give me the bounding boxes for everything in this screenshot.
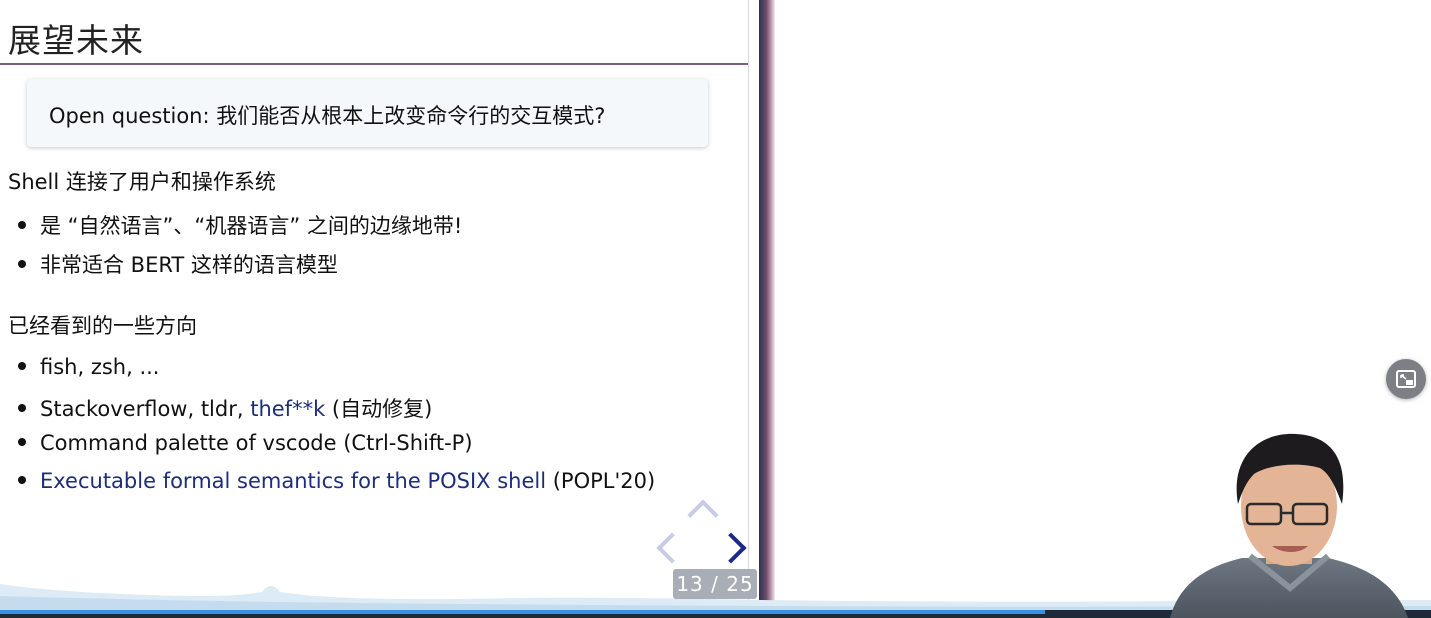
question-callout: Open question: 我们能否从根本上改变命令行的交互模式? xyxy=(27,79,708,147)
webcam-feed xyxy=(1170,433,1408,618)
posix-semantics-link[interactable]: Executable formal semantics for the POSI… xyxy=(40,469,546,493)
picture-in-picture-exit-icon xyxy=(1396,370,1416,388)
title-divider xyxy=(0,63,748,65)
list-item: Stackoverflow, tldr, thef**k (自动修复) xyxy=(18,393,432,423)
list-item: 是 “自然语言”、“机器语言” 之间的边缘地带! xyxy=(18,210,462,240)
bullet-dot-icon xyxy=(18,260,26,268)
screen: 展望未来 Open question: 我们能否从根本上改变命令行的交互模式? … xyxy=(0,0,1431,618)
list-item-text: Stackoverflow, tldr, xyxy=(40,397,251,421)
thefuck-link[interactable]: thef**k xyxy=(250,397,325,421)
presentation-slide: 展望未来 Open question: 我们能否从根本上改变命令行的交互模式? … xyxy=(0,0,749,606)
bullet-dot-icon xyxy=(18,438,26,446)
list-item: 非常适合 BERT 这样的语言模型 xyxy=(18,249,338,279)
page-counter: 13 / 25 xyxy=(673,569,757,599)
callout-text: Open question: 我们能否从根本上改变命令行的交互模式? xyxy=(49,104,606,128)
bullet-dot-icon xyxy=(18,476,26,484)
list-item: Executable formal semantics for the POSI… xyxy=(18,469,655,493)
bullet-dot-icon xyxy=(18,362,26,370)
section-heading-shell: Shell 连接了用户和操作系统 xyxy=(8,170,276,194)
list-item-text: fish, zsh, ... xyxy=(40,355,160,379)
bullet-dot-icon xyxy=(18,221,26,229)
section-heading-directions: 已经看到的一些方向 xyxy=(8,314,197,338)
chevron-up-icon[interactable] xyxy=(687,499,719,531)
list-item-text: Command palette of vscode (Ctrl-Shift-P) xyxy=(40,431,473,455)
list-item: Command palette of vscode (Ctrl-Shift-P) xyxy=(18,431,473,455)
slide-title: 展望未来 xyxy=(8,21,144,60)
list-item-text: 是 “自然语言”、“机器语言” 之间的边缘地带! xyxy=(40,214,463,238)
progress-fill xyxy=(0,610,1045,614)
list-item-suffix: (POPL'20) xyxy=(546,469,656,493)
bullet-dot-icon xyxy=(18,404,26,412)
list-item-suffix: (自动修复) xyxy=(325,397,433,421)
chevron-right-icon[interactable] xyxy=(715,532,747,564)
list-item: fish, zsh, ... xyxy=(18,355,159,379)
chevron-left-icon[interactable] xyxy=(656,532,688,564)
list-item-text: 非常适合 BERT 这样的语言模型 xyxy=(40,253,338,277)
window-divider xyxy=(759,0,775,606)
pip-toggle-button[interactable] xyxy=(1386,359,1426,399)
